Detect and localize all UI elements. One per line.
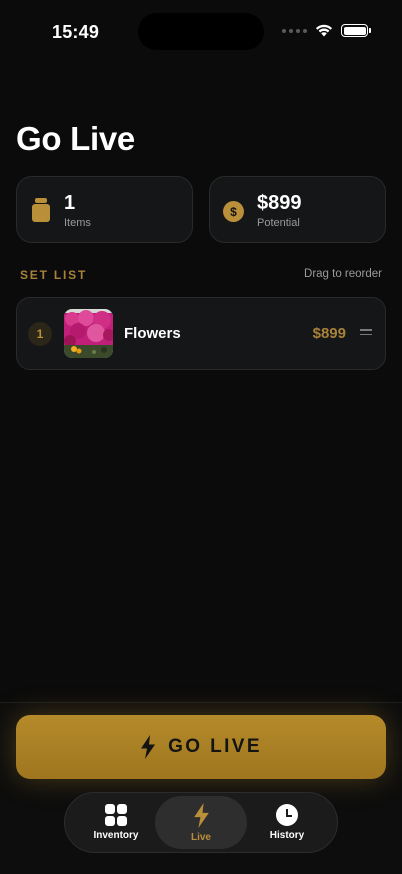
status-bar: 15:49 xyxy=(0,0,402,62)
tab-bar: Inventory Live History xyxy=(64,792,338,853)
set-list-header: SET LIST xyxy=(20,268,88,282)
clock-icon xyxy=(276,804,298,826)
set-list-item[interactable]: 1 Flowers $899 xyxy=(16,297,386,370)
item-position-badge: 1 xyxy=(28,322,52,346)
tab-history[interactable]: History xyxy=(241,796,333,849)
tab-history-label: History xyxy=(269,830,305,841)
grid-icon xyxy=(105,804,127,826)
dollar-coin-icon: $ xyxy=(223,201,244,222)
lightning-bolt-icon xyxy=(141,735,156,759)
item-thumbnail xyxy=(64,309,113,358)
tab-inventory-label: Inventory xyxy=(93,830,139,841)
tab-live[interactable]: Live xyxy=(155,796,247,849)
dynamic-island xyxy=(138,13,264,50)
items-count: 1 xyxy=(64,192,76,214)
go-live-button[interactable]: GO LIVE xyxy=(16,715,386,779)
tab-inventory[interactable]: Inventory xyxy=(70,796,162,849)
status-time: 15:49 xyxy=(52,22,100,42)
jar-icon xyxy=(32,198,50,222)
status-icons xyxy=(282,24,371,37)
potential-label: Potential xyxy=(257,217,300,229)
potential-stat-card: $ $899 Potential xyxy=(209,176,386,243)
potential-value: $899 xyxy=(257,192,302,214)
battery-icon xyxy=(341,24,371,37)
lightning-bolt-icon xyxy=(193,802,209,828)
page-title: Go Live xyxy=(16,120,135,157)
items-stat-card: 1 Items xyxy=(16,176,193,243)
go-live-label: GO LIVE xyxy=(168,736,262,757)
cellular-signal-icon xyxy=(282,28,307,33)
item-name: Flowers xyxy=(124,325,181,342)
item-price: $899 xyxy=(312,325,346,342)
drag-to-reorder-hint: Drag to reorder xyxy=(304,268,382,280)
drag-handle-icon[interactable] xyxy=(360,329,372,338)
items-label: Items xyxy=(64,217,91,229)
wifi-icon xyxy=(315,24,333,37)
tab-live-label: Live xyxy=(190,831,211,843)
